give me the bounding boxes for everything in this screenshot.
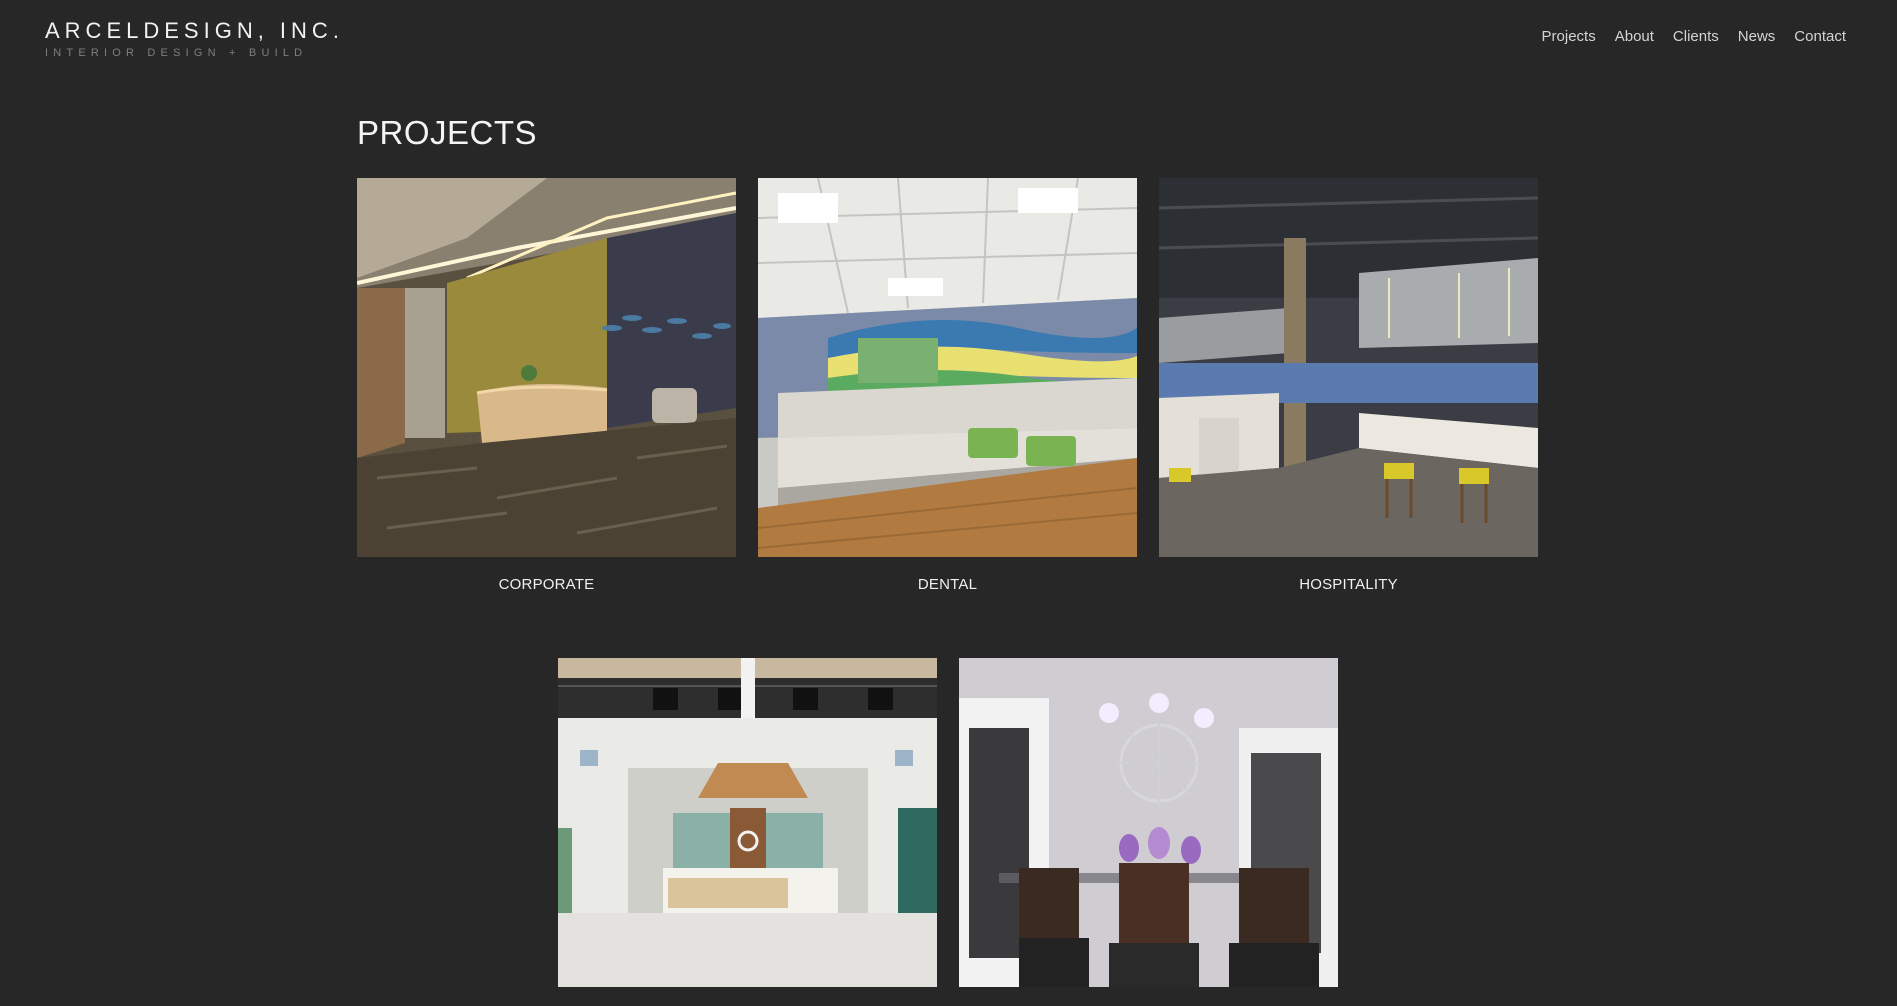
nav-item-about[interactable]: About xyxy=(1615,28,1654,45)
project-image-dental[interactable] xyxy=(758,178,1137,557)
project-tile-hospitality[interactable]: HOSPITALITY xyxy=(1159,178,1538,593)
project-caption-dental[interactable]: DENTAL xyxy=(758,576,1137,593)
site-logo[interactable]: ARCELDESIGN, INC. INTERIOR DESIGN + BUIL… xyxy=(45,18,344,59)
nav-item-projects[interactable]: Projects xyxy=(1542,28,1596,45)
project-image-5[interactable] xyxy=(959,658,1338,987)
brand-tagline: INTERIOR DESIGN + BUILD xyxy=(45,47,308,59)
project-image-hospitality[interactable] xyxy=(1159,178,1538,557)
site-header: ARCELDESIGN, INC. INTERIOR DESIGN + BUIL… xyxy=(0,0,1897,80)
nav-item-clients[interactable]: Clients xyxy=(1673,28,1719,45)
project-tile-5[interactable] xyxy=(959,658,1338,1006)
project-tile-dental[interactable]: DENTAL xyxy=(758,178,1137,593)
project-image-4[interactable] xyxy=(558,658,937,987)
project-caption-corporate[interactable]: CORPORATE xyxy=(357,576,736,593)
brand-title: ARCELDESIGN, INC. xyxy=(45,18,344,43)
nav-item-news[interactable]: News xyxy=(1738,28,1776,45)
project-tile-corporate[interactable]: CORPORATE xyxy=(357,178,736,593)
project-image-corporate[interactable] xyxy=(357,178,736,557)
page-title: PROJECTS xyxy=(357,114,538,151)
main-nav: Projects About Clients News Contact xyxy=(1542,28,1846,45)
project-tile-4[interactable] xyxy=(558,658,937,1006)
nav-item-contact[interactable]: Contact xyxy=(1794,28,1846,45)
project-caption-hospitality[interactable]: HOSPITALITY xyxy=(1159,576,1538,593)
